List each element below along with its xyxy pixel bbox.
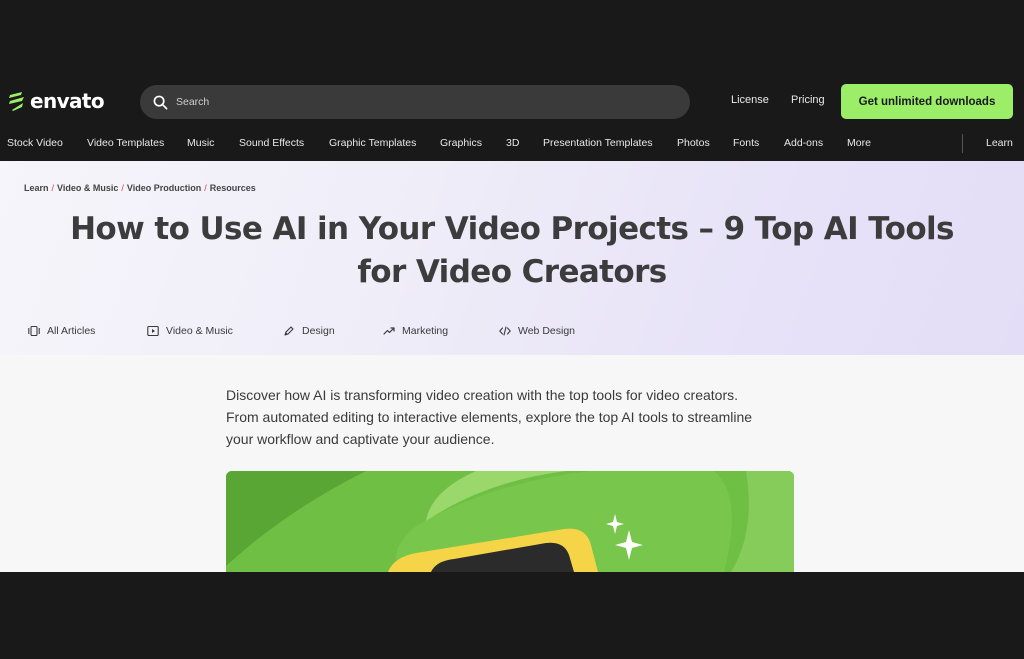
category-presentation-templates[interactable]: Presentation Templates [543, 137, 653, 149]
article-nav-marketing[interactable]: Marketing [383, 325, 448, 337]
article-nav-video-music[interactable]: Video & Music [147, 325, 233, 337]
breadcrumb-separator: / [204, 183, 207, 193]
category-add-ons[interactable]: Add-ons [784, 137, 823, 149]
get-unlimited-downloads-button[interactable]: Get unlimited downloads [841, 84, 1013, 119]
article-body: Discover how AI is transforming video cr… [0, 355, 1024, 572]
category-stock-video[interactable]: Stock Video [7, 137, 63, 149]
pen-icon [284, 326, 294, 336]
page-title: How to Use AI in Your Video Projects – 9… [0, 208, 1024, 294]
breadcrumb-video-production[interactable]: Video Production [127, 183, 201, 193]
video-play-icon [147, 325, 159, 337]
breadcrumb-resources[interactable]: Resources [210, 183, 256, 193]
article-nav-all-articles[interactable]: All Articles [28, 325, 95, 337]
learn-link[interactable]: Learn [986, 137, 1013, 149]
article-hero: Learn / Video & Music / Video Production / Res… [0, 161, 1024, 355]
search-input[interactable]: Search [140, 85, 690, 119]
breadcrumb-separator: / [51, 183, 55, 193]
nav-divider [962, 134, 963, 153]
pricing-link[interactable]: Pricing [791, 94, 825, 106]
title-line-2: for Video Creators [357, 254, 667, 290]
envato-leaf-icon [9, 92, 24, 111]
breadcrumb-separator: / [121, 183, 124, 193]
title-line-1: How to Use AI in Your Video Projects – 9… [70, 211, 954, 247]
article-hero-image [226, 471, 794, 572]
article-nav-web-design[interactable]: Web Design [499, 325, 575, 337]
article-nav-design[interactable]: Design [283, 325, 335, 337]
article-nav-label: Design [302, 325, 335, 337]
search-icon [153, 95, 168, 109]
breadcrumb-learn[interactable]: Learn [24, 183, 49, 193]
intro-line: your workflow and captivate your audienc… [226, 431, 495, 447]
license-link[interactable]: License [731, 94, 769, 106]
breadcrumb-video-music[interactable]: Video & Music [57, 183, 118, 193]
article-nav-label: Marketing [402, 325, 449, 337]
hero-illustration [226, 471, 794, 572]
search-placeholder: Search [176, 96, 210, 108]
category-fonts[interactable]: Fonts [733, 137, 759, 149]
category-3d[interactable]: 3D [506, 137, 519, 149]
site-header: envato Search License Pricing Get unlimi… [0, 76, 1024, 161]
article-nav-label: All Articles [47, 325, 96, 337]
category-music[interactable]: Music [187, 137, 214, 149]
logo-wordmark: envato [30, 89, 105, 113]
category-video-templates[interactable]: Video Templates [87, 137, 164, 149]
category-nav: Stock Video Video Templates Music Sound … [0, 126, 1024, 161]
category-sound-effects[interactable]: Sound Effects [239, 137, 304, 149]
article-intro: Discover how AI is transforming video cr… [226, 384, 796, 450]
article-nav-label: Web Design [518, 325, 576, 337]
trend-up-icon [383, 327, 395, 335]
article-category-nav: All Articles Video & Music Design Market… [0, 325, 1024, 341]
category-photos[interactable]: Photos [677, 137, 710, 149]
code-icon [499, 326, 511, 336]
top-bar: envato Search License Pricing Get unlimi… [0, 76, 1024, 126]
category-more[interactable]: More [847, 137, 871, 149]
articles-icon [28, 325, 40, 337]
envato-logo[interactable]: envato [7, 88, 105, 114]
intro-line: Discover how AI is transforming video cr… [226, 387, 739, 403]
article-nav-label: Video & Music [166, 325, 233, 337]
breadcrumb: Learn / Video & Music / Video Production / Res… [24, 183, 256, 193]
category-graphics[interactable]: Graphics [440, 137, 482, 149]
intro-line: From automated editing to interactive el… [226, 409, 753, 425]
category-graphic-templates[interactable]: Graphic Templates [329, 137, 416, 149]
